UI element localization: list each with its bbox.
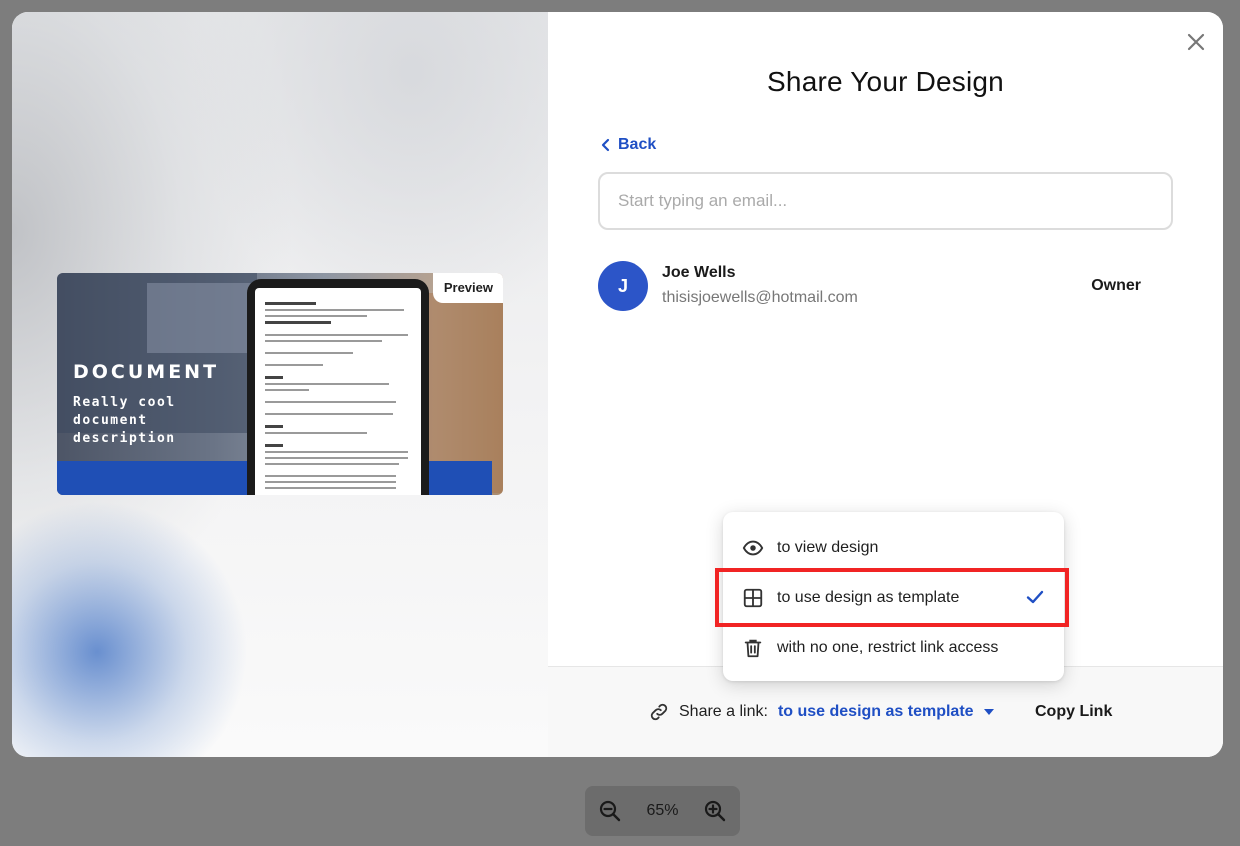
close-icon <box>1187 33 1205 51</box>
template-icon <box>743 588 763 608</box>
share-link-select[interactable]: to use design as template <box>778 703 974 721</box>
tablet-mockup <box>247 279 429 495</box>
zoom-in-icon[interactable] <box>703 799 727 823</box>
trash-icon <box>744 639 762 658</box>
design-preview[interactable]: DOCUMENT Really cool document descriptio… <box>57 273 503 495</box>
tablet-screen <box>255 288 421 495</box>
option-use-as-template[interactable]: to use design as template <box>723 576 1064 620</box>
avatar: J <box>598 261 648 311</box>
share-link-label: Share a link: <box>679 703 768 720</box>
link-access-dropdown: to view design to use design as template… <box>723 512 1064 681</box>
member-row: J Joe Wells thisisjoewells@hotmail.com O… <box>598 261 1158 311</box>
preview-background <box>147 283 257 353</box>
eye-icon <box>742 540 764 556</box>
share-link-row: Share a link: to use design as template <box>648 701 995 723</box>
back-button[interactable]: Back <box>600 136 656 154</box>
option-restrict-access[interactable]: with no one, restrict link access <box>723 626 1064 670</box>
preview-pane: DOCUMENT Really cool document descriptio… <box>12 12 548 757</box>
member-email: thisisjoewells@hotmail.com <box>662 289 858 306</box>
back-label: Back <box>618 136 657 153</box>
close-button[interactable] <box>1183 29 1209 55</box>
dialog-title: Share Your Design <box>767 66 1004 97</box>
member-name: Joe Wells <box>662 264 736 281</box>
caret-down-icon[interactable] <box>983 708 995 716</box>
link-icon <box>650 703 668 721</box>
copy-link-button[interactable]: Copy Link <box>1035 703 1112 721</box>
zoom-controls: 65% <box>585 786 740 836</box>
email-input[interactable] <box>598 172 1173 230</box>
preview-doc-description: Really cool document description <box>73 395 176 446</box>
zoom-level: 65% <box>646 802 679 819</box>
check-icon <box>1026 590 1044 604</box>
member-role: Owner <box>1091 277 1141 294</box>
zoom-out-icon[interactable] <box>598 799 622 823</box>
option-label: to use design as template <box>777 589 960 606</box>
option-label: with no one, restrict link access <box>777 639 999 656</box>
option-label: to view design <box>777 539 879 556</box>
chevron-left-icon <box>601 138 610 152</box>
preview-badge: Preview <box>432 273 503 303</box>
preview-doc-title: DOCUMENT <box>73 361 220 383</box>
option-view-design[interactable]: to view design <box>723 526 1064 570</box>
